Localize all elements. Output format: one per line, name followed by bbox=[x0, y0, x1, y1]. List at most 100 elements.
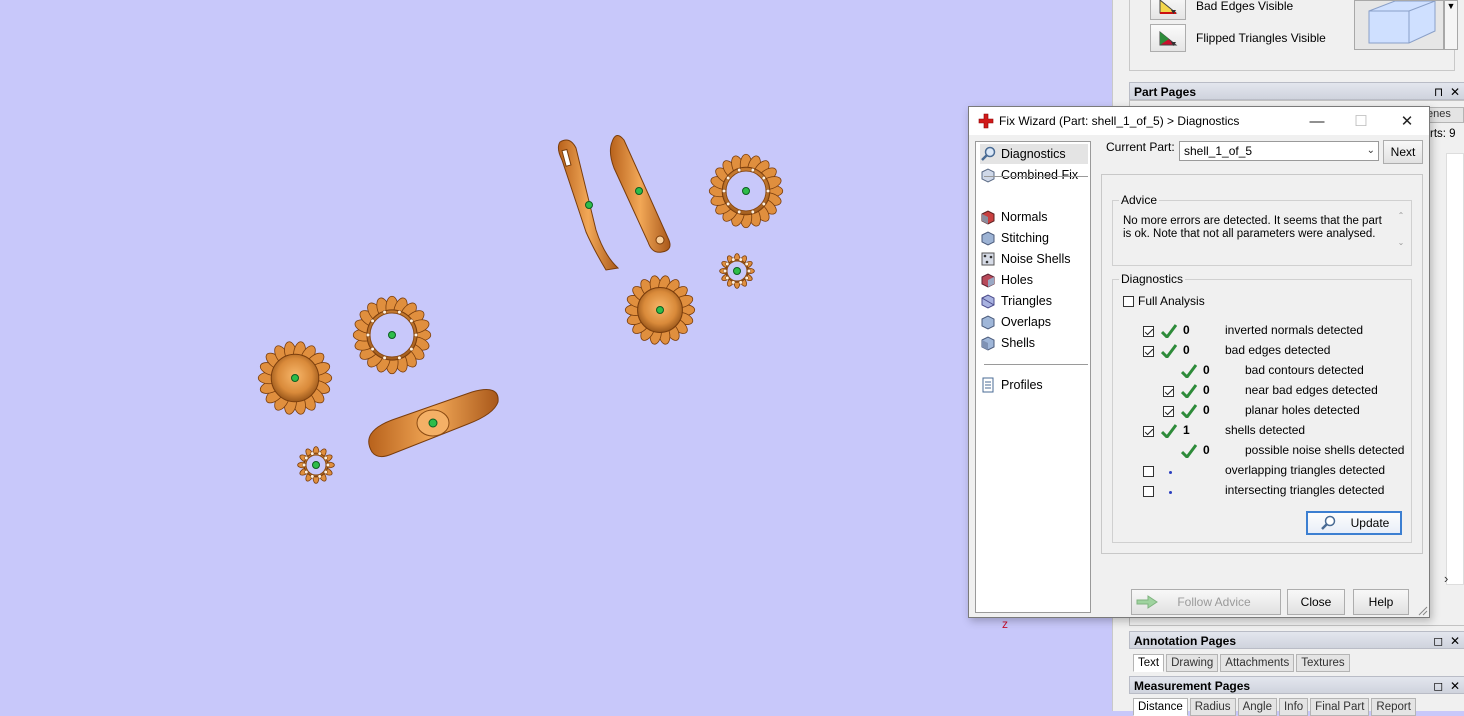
annotation-tabs: Text Drawing Attachments Textures bbox=[1133, 654, 1352, 672]
diagnostic-checkbox[interactable] bbox=[1163, 406, 1174, 417]
nav-normals[interactable]: Normals bbox=[980, 207, 1088, 227]
flower-part[interactable] bbox=[257, 341, 333, 415]
nav-profiles[interactable]: Profiles bbox=[980, 375, 1088, 395]
diagnostics-panel: Advice No more errors are detected. It s… bbox=[1101, 174, 1423, 554]
part-center-marker bbox=[428, 418, 438, 428]
ring-flower-part[interactable] bbox=[352, 295, 432, 375]
3d-viewport[interactable]: z bbox=[0, 0, 1112, 711]
tab-text[interactable]: Text bbox=[1133, 654, 1165, 672]
help-button[interactable]: Help bbox=[1353, 589, 1409, 615]
tab-textures[interactable]: Textures bbox=[1296, 654, 1350, 672]
close-button[interactable]: Close bbox=[1287, 589, 1345, 615]
follow-advice-button[interactable]: Follow Advice bbox=[1131, 589, 1281, 615]
measurement-pages-title: Measurement Pages bbox=[1134, 679, 1251, 693]
nav-overlaps[interactable]: Overlaps bbox=[980, 312, 1088, 332]
nav-combined-fix[interactable]: Combined Fix bbox=[980, 165, 1088, 185]
tab-scenes-partial[interactable]: enes bbox=[1426, 107, 1464, 123]
fix-wizard-dialog: Fix Wizard (Part: shell_1_of_5) > Diagno… bbox=[968, 106, 1430, 618]
close-icon[interactable]: ✕ bbox=[1450, 679, 1460, 693]
check-icon bbox=[1181, 364, 1197, 378]
nav-triangles[interactable]: Triangles bbox=[980, 291, 1088, 311]
diagnostic-checkbox[interactable] bbox=[1143, 466, 1154, 477]
diagnostic-checkbox[interactable] bbox=[1143, 346, 1154, 357]
close-icon[interactable]: ✕ bbox=[1450, 634, 1460, 648]
wizard-nav-list: Diagnostics Combined Fix Normals Stitchi… bbox=[975, 141, 1091, 613]
float-icon[interactable]: ◻ bbox=[1433, 634, 1443, 648]
shells-cube-icon bbox=[980, 335, 996, 351]
check-icon bbox=[1161, 344, 1177, 358]
float-icon[interactable]: ◻ bbox=[1433, 679, 1443, 693]
normals-cube-icon bbox=[980, 209, 996, 225]
tab-distance[interactable]: Distance bbox=[1133, 698, 1188, 716]
part-center-marker bbox=[388, 331, 396, 339]
ring-part[interactable] bbox=[368, 389, 499, 458]
part-pages-header: Part Pages ⊓ ✕ bbox=[1129, 82, 1464, 100]
nav-diagnostics[interactable]: Diagnostics bbox=[980, 144, 1088, 164]
diagnostic-count: 0 bbox=[1203, 403, 1210, 417]
bad-edges-icon[interactable] bbox=[1150, 0, 1186, 20]
nav-stitching[interactable]: Stitching bbox=[980, 228, 1088, 248]
pen-part[interactable] bbox=[609, 135, 671, 253]
diagnostics-legend: Diagnostics bbox=[1119, 272, 1186, 286]
close-window-button[interactable]: ✕ bbox=[1385, 107, 1429, 135]
close-icon[interactable]: ✕ bbox=[1450, 85, 1460, 99]
diagnostic-checkbox[interactable] bbox=[1143, 326, 1154, 337]
small-ring-part[interactable] bbox=[719, 253, 755, 289]
tab-radius[interactable]: Radius bbox=[1189, 698, 1236, 716]
minimize-button[interactable]: — bbox=[1295, 107, 1339, 135]
diagnostic-label: overlapping triangles detected bbox=[1225, 463, 1386, 477]
view-cube-dropdown[interactable]: ▼ bbox=[1444, 0, 1458, 50]
diagnostic-checkbox[interactable] bbox=[1163, 386, 1174, 397]
diagnostic-label: possible noise shells detected bbox=[1245, 443, 1405, 457]
annotation-pages-controls: ◻ ✕ bbox=[1433, 632, 1460, 650]
pending-dot-icon bbox=[1169, 471, 1172, 474]
red-cross-icon bbox=[978, 113, 994, 129]
advice-legend: Advice bbox=[1119, 193, 1160, 207]
diagnostic-label: bad contours detected bbox=[1245, 363, 1364, 377]
bad-edges-visible-row[interactable]: Bad Edges Visible bbox=[1150, 0, 1293, 20]
diagnostic-checkbox[interactable] bbox=[1143, 426, 1154, 437]
nav-noise-shells[interactable]: Noise Shells bbox=[980, 249, 1088, 269]
diagnostic-count: 0 bbox=[1203, 383, 1210, 397]
flower-part[interactable] bbox=[624, 275, 696, 345]
combined-fix-icon bbox=[980, 167, 996, 183]
tab-final-part[interactable]: Final Part bbox=[1310, 698, 1370, 716]
view-cube-preview[interactable] bbox=[1354, 0, 1444, 50]
tab-angle[interactable]: Angle bbox=[1237, 698, 1277, 716]
advice-scrollbar[interactable]: ⌃ ⌄ bbox=[1395, 211, 1407, 255]
dialog-titlebar[interactable]: Fix Wizard (Part: shell_1_of_5) > Diagno… bbox=[969, 107, 1429, 135]
nav-shells[interactable]: Shells bbox=[980, 333, 1088, 353]
measurement-pages-controls: ◻ ✕ bbox=[1433, 677, 1460, 695]
triangles-cube-icon bbox=[980, 293, 996, 309]
maximize-button[interactable]: ☐ bbox=[1339, 107, 1383, 135]
magnifier-icon bbox=[980, 146, 996, 162]
measurement-tabs: Distance Radius Angle Info Final Part Re… bbox=[1133, 698, 1418, 716]
current-part-select[interactable]: shell_1_of_5 ⌄ bbox=[1179, 141, 1379, 161]
spoon-part[interactable] bbox=[557, 139, 620, 271]
part-center-marker bbox=[656, 306, 664, 314]
nav-holes[interactable]: Holes bbox=[980, 270, 1088, 290]
flipped-triangles-visible-label: Flipped Triangles Visible bbox=[1196, 31, 1326, 45]
tab-info[interactable]: Info bbox=[1278, 698, 1309, 716]
part-list-area[interactable] bbox=[1446, 153, 1464, 585]
part-center-marker bbox=[291, 374, 299, 382]
tab-attachments[interactable]: Attachments bbox=[1220, 654, 1295, 672]
tab-report[interactable]: Report bbox=[1371, 698, 1416, 716]
tab-drawing[interactable]: Drawing bbox=[1166, 654, 1219, 672]
stitching-cube-icon bbox=[980, 230, 996, 246]
flipped-triangles-visible-row[interactable]: Flipped Triangles Visible bbox=[1150, 24, 1326, 52]
arrow-right-icon bbox=[1136, 595, 1158, 609]
check-icon bbox=[1181, 404, 1197, 418]
full-analysis-checkbox[interactable] bbox=[1123, 296, 1134, 307]
pin-icon[interactable]: ⊓ bbox=[1434, 85, 1443, 99]
ring-flower-part[interactable] bbox=[708, 153, 784, 229]
diagnostic-checkbox[interactable] bbox=[1143, 486, 1154, 497]
small-ring-part[interactable] bbox=[297, 446, 335, 484]
resize-grip-icon[interactable] bbox=[1418, 606, 1428, 616]
update-button[interactable]: Update bbox=[1306, 511, 1402, 535]
next-button[interactable]: Next bbox=[1383, 140, 1423, 164]
scroll-right-arrow[interactable]: › bbox=[1444, 571, 1448, 586]
diagnostic-label: near bad edges detected bbox=[1245, 383, 1378, 397]
flipped-triangles-icon[interactable] bbox=[1150, 24, 1186, 52]
scene-canvas[interactable]: z bbox=[0, 0, 1112, 711]
